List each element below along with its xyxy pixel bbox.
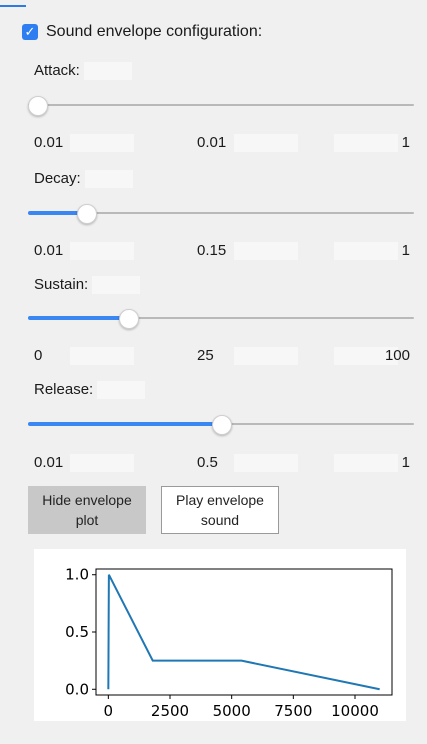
- sustain-value: 25: [197, 347, 214, 364]
- release-min: 0.01: [34, 454, 64, 471]
- x-tick-label: 10000: [331, 702, 379, 720]
- x-tick-label: 2500: [151, 702, 189, 720]
- decay-max: 1: [401, 242, 410, 259]
- plot-frame: [95, 568, 393, 696]
- envelope-config-checkbox-row[interactable]: ✓ Sound envelope configuration:: [22, 20, 262, 44]
- attack-range: 0.01 0.01 1: [34, 134, 410, 154]
- sustain-label: Sustain:: [34, 276, 141, 295]
- release-max: 1: [401, 454, 410, 471]
- envelope-config-checkbox[interactable]: ✓: [22, 24, 38, 40]
- sustain-min: 0: [34, 347, 43, 364]
- decay-min: 0.01: [34, 242, 64, 259]
- attack-slider-thumb[interactable]: [28, 96, 48, 116]
- release-value: 0.5: [197, 454, 218, 471]
- decay-value: 0.15: [197, 242, 227, 259]
- release-label: Release:: [34, 381, 146, 400]
- envelope-plot: 0.0 0.5 1.0 0 2500 5000 7500 10000: [34, 549, 406, 721]
- envelope-config-label: Sound envelope configuration:: [46, 23, 263, 40]
- attack-slider[interactable]: [28, 94, 414, 116]
- attack-max: 1: [401, 134, 410, 151]
- sustain-slider[interactable]: [28, 307, 414, 329]
- attack-label: Attack:: [34, 62, 132, 81]
- release-range: 0.01 0.5 1: [34, 454, 410, 474]
- sustain-slider-thumb[interactable]: [119, 309, 140, 329]
- y-tick-label: 0.0: [65, 680, 89, 698]
- release-slider-thumb[interactable]: [212, 415, 232, 435]
- play-envelope-sound-button[interactable]: Play envelope sound: [161, 486, 279, 534]
- y-tick-label: 1.0: [65, 566, 89, 584]
- envelope-chart-svg: 0.0 0.5 1.0 0 2500 5000 7500 10000: [65, 566, 393, 720]
- window-fragment: [0, 0, 40, 10]
- attack-value: 0.01: [197, 134, 227, 151]
- hide-envelope-plot-button[interactable]: Hide envelope plot: [28, 486, 146, 534]
- decay-slider[interactable]: [28, 202, 414, 224]
- decay-range: 0.01 0.15 1: [34, 242, 410, 262]
- attack-min: 0.01: [34, 134, 64, 151]
- sustain-max: 100: [384, 347, 410, 364]
- x-tick-label: 7500: [274, 702, 312, 720]
- x-tick-label: 0: [104, 702, 114, 720]
- release-slider[interactable]: [28, 413, 414, 435]
- decay-slider-thumb[interactable]: [76, 204, 97, 224]
- envelope-line: [107, 574, 380, 691]
- y-tick-label: 0.5: [65, 623, 89, 641]
- decay-label: Decay:: [34, 170, 133, 189]
- sustain-range: 0 25 100: [34, 347, 410, 367]
- x-tick-label: 5000: [213, 702, 251, 720]
